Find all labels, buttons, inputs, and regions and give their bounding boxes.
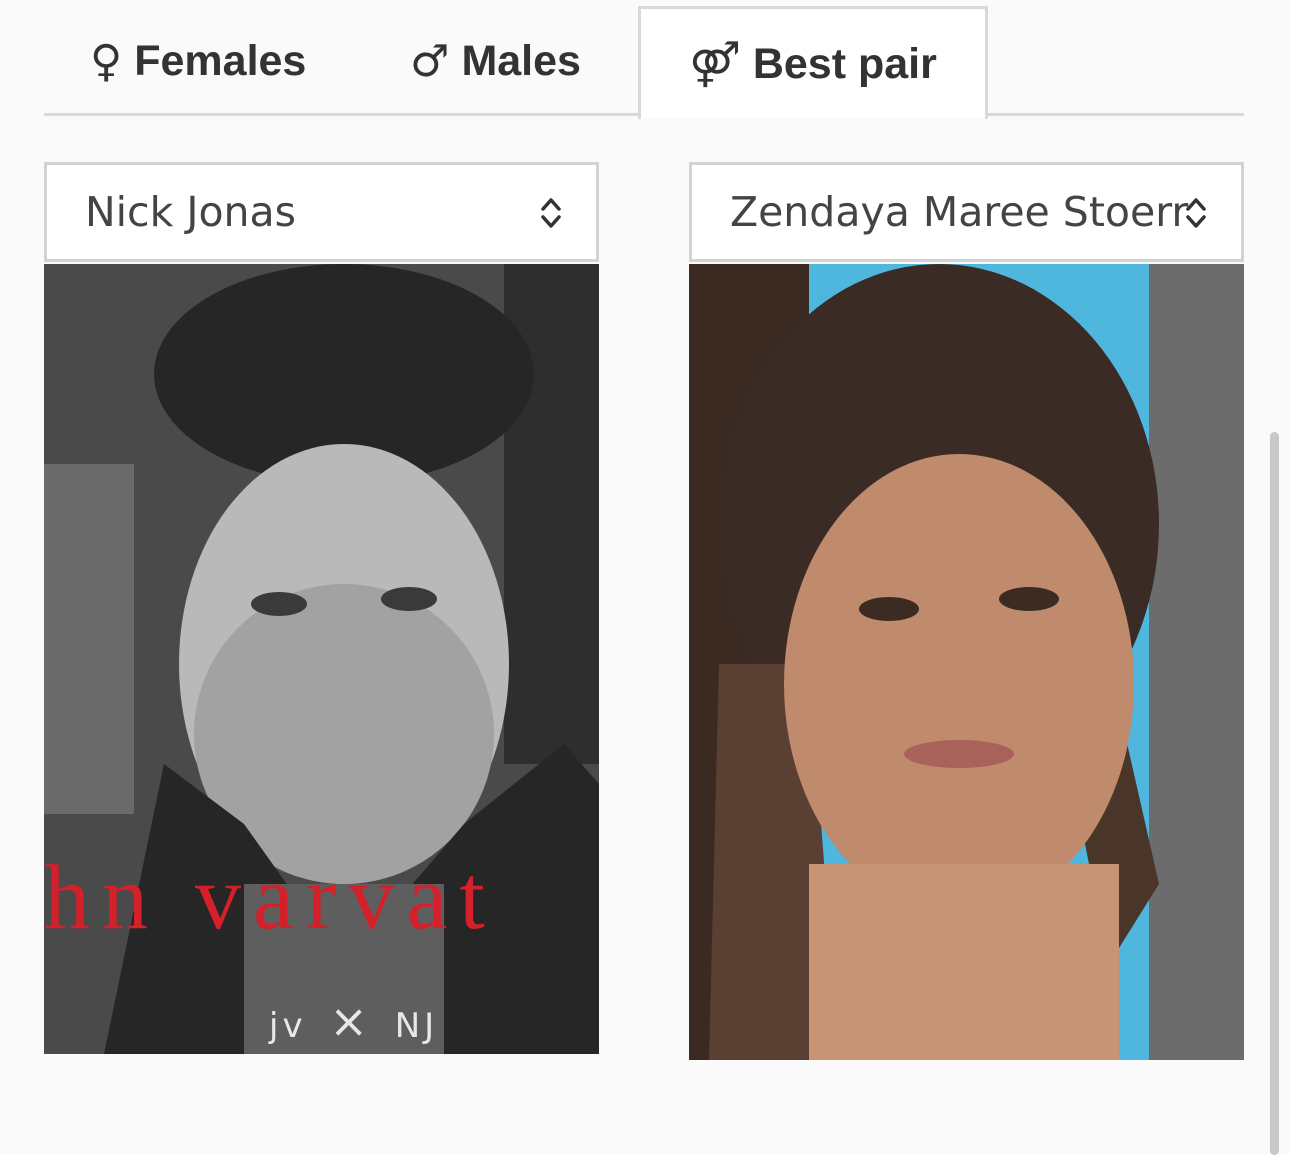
person-select-left[interactable]: Nick Jonas bbox=[44, 162, 599, 262]
person-photo-left: hn varvat jv × NJ bbox=[44, 264, 599, 1054]
brand-right: NJ bbox=[394, 1006, 439, 1046]
select-chevron-icon bbox=[541, 198, 561, 228]
brand-left: jv bbox=[269, 1006, 307, 1046]
tab-males-label: Males bbox=[461, 36, 581, 85]
female-icon: ♀ bbox=[90, 35, 123, 87]
tab-females[interactable]: ♀ Females bbox=[90, 6, 306, 116]
tab-best-pair[interactable]: ⚤ Best pair bbox=[638, 6, 988, 119]
page: ♀ Females ♂ Males ⚤ Best pair Nick Jonas… bbox=[0, 0, 1289, 1155]
scrollbar[interactable] bbox=[1270, 432, 1279, 1155]
portrait-illustration bbox=[689, 264, 1244, 1060]
person-select-right-value: Zendaya Maree Stoerr bbox=[730, 188, 1189, 236]
person-photo-right bbox=[689, 264, 1244, 1060]
tab-best-pair-label: Best pair bbox=[752, 39, 937, 88]
male-icon: ♂ bbox=[410, 35, 450, 87]
photo-overlay-text: hn varvat bbox=[44, 846, 497, 948]
photo-brand-mark: jv × NJ bbox=[269, 994, 438, 1048]
tab-bar: ♀ Females ♂ Males ⚤ Best pair bbox=[44, 6, 1244, 119]
pair-icon: ⚤ bbox=[689, 38, 741, 90]
brand-cross-icon: × bbox=[329, 994, 372, 1048]
tab-females-label: Females bbox=[134, 36, 307, 85]
person-select-right[interactable]: Zendaya Maree Stoerr bbox=[689, 162, 1244, 262]
person-select-left-value: Nick Jonas bbox=[85, 188, 297, 236]
select-chevron-icon bbox=[1186, 198, 1206, 228]
tab-males[interactable]: ♂ Males bbox=[410, 6, 581, 116]
